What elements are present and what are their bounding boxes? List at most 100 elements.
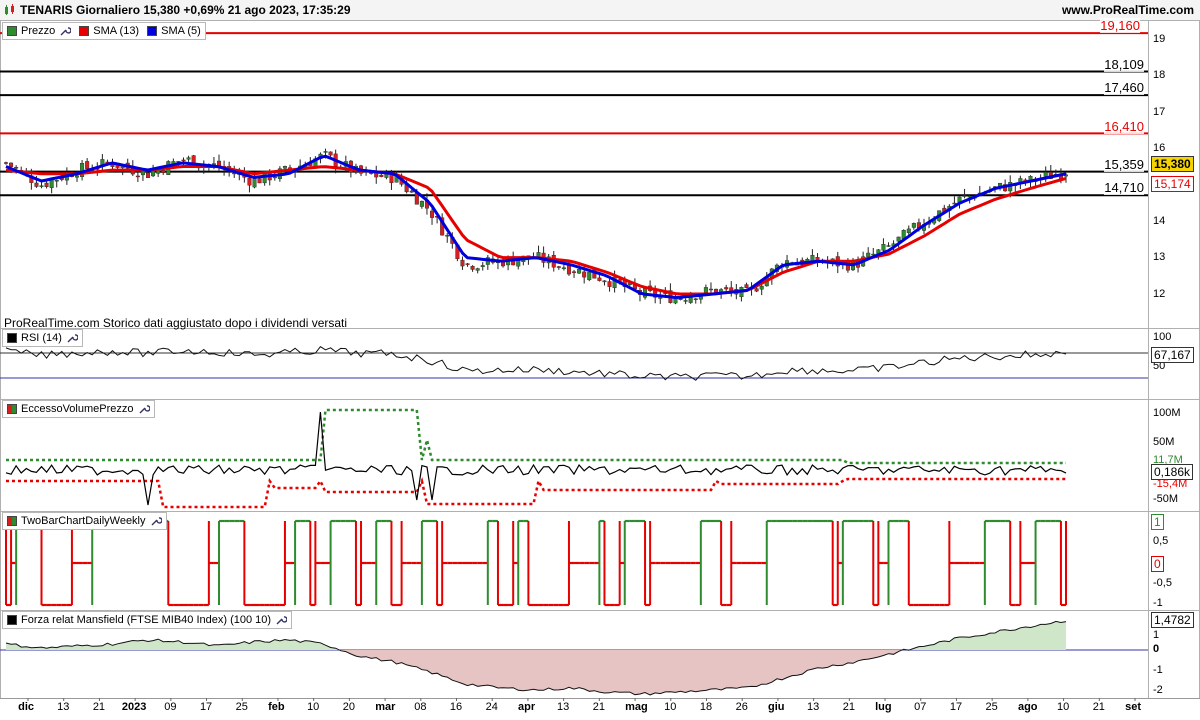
rsi-value-tag: 67,167 [1151,347,1194,363]
x-tick-label: 09 [164,701,177,713]
x-tick-label: 25 [985,701,998,713]
volume-excess-line [5,411,1067,506]
mansfield-tick-neg2: -2 [1153,684,1163,696]
price-swatch [7,26,17,36]
candle-body [9,162,14,167]
mansfield-label: Forza relat Mansfield (FTSE MIB40 Index)… [21,614,272,626]
rsi-line [5,346,1067,381]
twobar-tick-1: 1 [1151,514,1164,530]
mansfield-negative-area [6,650,1066,695]
data-note: ProRealTime.com Storico dati aggiustato … [4,316,348,330]
x-tick-label: 08 [414,701,427,713]
price-tick-16: 16 [1153,142,1166,154]
mansfield-tick-neg1: -1 [1153,664,1163,676]
rsi-label: RSI (14) [21,332,62,344]
x-tick-label: mar [375,701,396,713]
price-tick-19: 19 [1153,33,1166,45]
candle-body [34,182,39,187]
x-tick-label: 17 [199,701,213,713]
level-label-14710: 14,710 [1104,180,1144,195]
sma5-line [5,154,1067,299]
candle-body [561,267,566,270]
candle-body [587,271,592,281]
x-tick-label: 13 [807,701,820,713]
volume-lower-band [6,477,1066,509]
twobar-tick-0: 0 [1151,556,1164,572]
candle-body [75,175,80,178]
level-label-15359: 15,359 [1104,157,1144,172]
x-tick-label: 10 [664,701,677,713]
candle-body [146,172,151,178]
candle-body [161,169,166,173]
x-tick-label: 16 [449,701,463,713]
candle-body [683,300,688,302]
last-price-tag: 15,380 [1151,156,1194,172]
x-tick-label: 21 [592,701,605,713]
candle-body [379,174,384,177]
x-tick-label: mag [625,701,648,713]
candle-body [460,259,465,267]
candle-body [906,228,911,234]
candle-body [85,161,90,169]
x-tick-label: 07 [914,701,927,713]
candle-body [1043,172,1048,177]
candle-body [582,271,587,278]
mansfield-swatch [7,615,17,625]
x-tick-label: ago [1017,701,1038,713]
candle-body [556,266,561,268]
volume-tick-50m: 50M [1153,436,1175,448]
panel-frame [0,328,1200,400]
volume-label: EccessoVolumePrezzo [21,403,134,415]
candle-body [247,177,252,186]
x-tick-label: 13 [557,701,570,713]
legend-sma5: SMA (5) [161,25,201,37]
x-tick-label: 21 [92,701,106,713]
rsi-swatch [7,333,17,343]
x-tick-label: 21 [1092,701,1105,713]
x-tick-label: set [1125,701,1141,713]
legend-sma13: SMA (13) [93,25,140,37]
candle-body [678,298,683,300]
candle-body [470,266,475,270]
candle-body [962,195,967,197]
candle-body [759,285,764,290]
volume-upper-band [6,408,1066,465]
candle-body [881,244,886,251]
volume-swatch [7,404,17,414]
candle-body [445,235,450,237]
mansfield-tick-0: 0 [1153,643,1160,655]
x-tick-label: 21 [842,701,855,713]
rsi-tick-100: 100 [1153,331,1172,343]
candle-body [151,170,156,177]
wrench-icon[interactable] [138,403,150,415]
wrench-icon[interactable] [66,332,78,344]
candle-body [577,269,582,274]
wrench-icon[interactable] [275,614,288,626]
x-tick-label: 13 [57,701,70,713]
candle-body [480,265,485,267]
candle-body [602,280,607,283]
candle-body [896,236,901,242]
volume-tick-100m: 100M [1153,407,1181,419]
panel-frame [0,20,1200,329]
x-tick-label: 17 [949,701,963,713]
candle-body [566,264,571,275]
candle-body [211,163,216,165]
candle-body [257,178,262,184]
wrench-icon[interactable] [150,515,162,527]
x-tick-label: 18 [699,701,713,713]
x-tick-label: 10 [1056,701,1070,713]
price-tick-13: 13 [1153,251,1166,263]
level-label-19160: 19,160 [1100,18,1140,33]
panel-frame [0,399,1200,512]
x-tick-label: 24 [485,701,498,713]
candle-body [866,252,871,257]
price-tick-14: 14 [1153,215,1166,227]
twobar-label: TwoBarChartDailyWeekly [21,515,146,527]
wrench-icon[interactable] [59,25,72,37]
level-label-17460: 17,460 [1104,80,1144,95]
x-tick-label: 25 [235,701,248,713]
x-tick-label: giu [768,701,785,713]
x-tick-label: 20 [342,701,356,713]
x-tick-label: dic [18,701,34,713]
